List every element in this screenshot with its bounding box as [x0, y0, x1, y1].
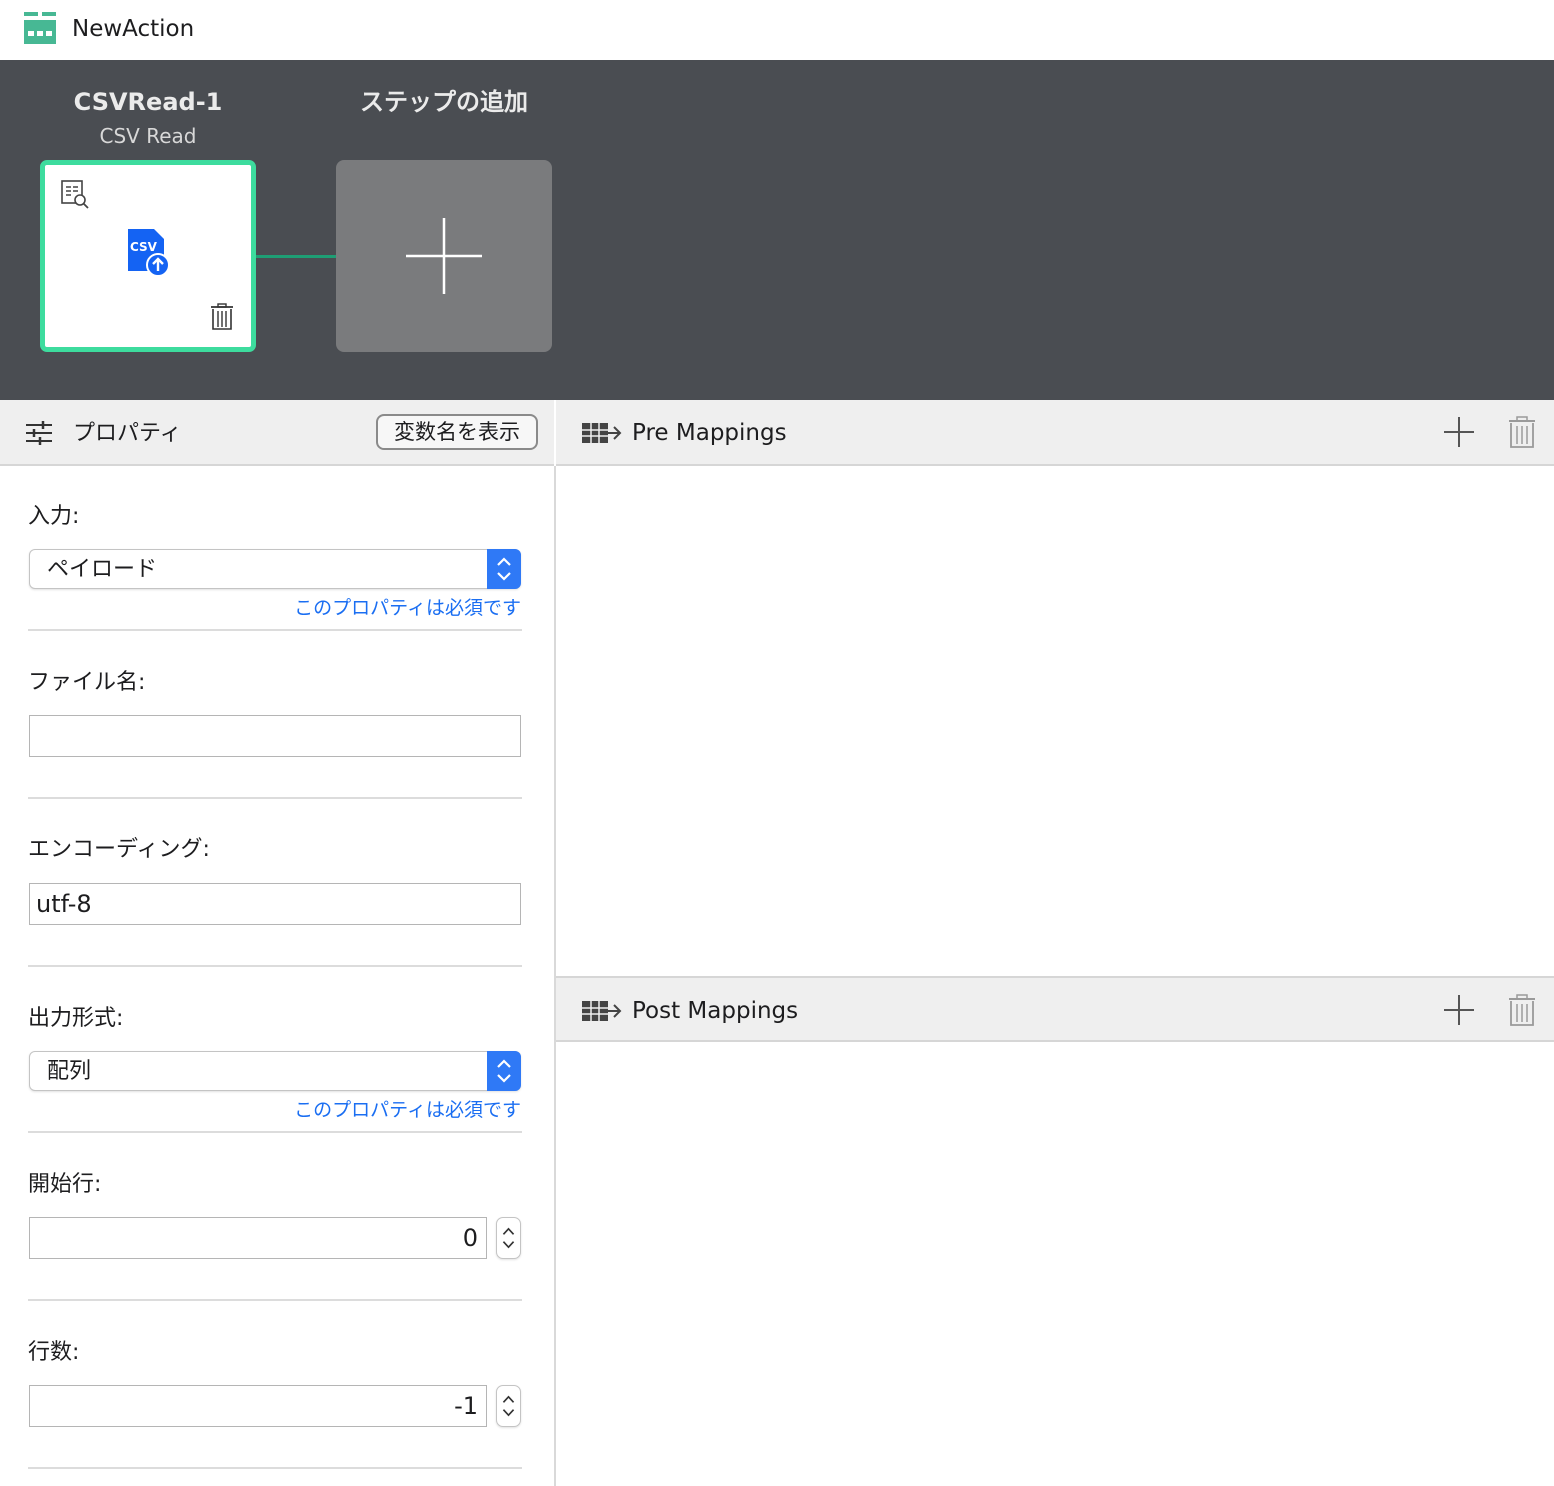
action-table-icon [24, 12, 56, 44]
step-card-csvread[interactable]: CSV [40, 160, 256, 352]
filename-label: ファイル名: [28, 670, 146, 695]
flow-canvas: CSVRead-1 CSV Read ステップの追加 CSV [0, 60, 1554, 400]
divider [28, 965, 522, 967]
input-select[interactable]: ペイロード [29, 549, 521, 589]
step-connector [256, 255, 336, 258]
add-step-label: ステップの追加 [360, 88, 528, 116]
select-arrows-icon [487, 549, 521, 589]
trash-icon[interactable] [210, 303, 234, 331]
mapping-icon [582, 423, 622, 443]
divider [28, 1467, 522, 1469]
pre-mappings-title: Pre Mappings [632, 420, 787, 446]
delete-post-mapping-trash-icon[interactable] [1508, 993, 1536, 1027]
divider [28, 1131, 522, 1133]
add-post-mapping-plus-icon[interactable] [1443, 994, 1475, 1026]
step-name: CSVRead-1 [73, 88, 223, 116]
encoding-label: エンコーディング: [28, 837, 210, 862]
step-type: CSV Read [99, 124, 197, 148]
pre-mappings-header: Pre Mappings [556, 400, 1554, 466]
row-count-input[interactable]: -1 [29, 1385, 487, 1427]
input-required-note: このプロパティは必須です [294, 597, 521, 619]
csv-icon-label: CSV [130, 240, 158, 254]
input-label: 入力: [28, 504, 80, 529]
divider [28, 629, 522, 631]
start-row-stepper[interactable] [496, 1217, 521, 1259]
input-select-value: ペイロード [47, 557, 158, 582]
post-mappings-header: Post Mappings [556, 976, 1554, 1042]
encoding-input[interactable]: utf-8 [29, 883, 521, 925]
start-row-label: 開始行: [28, 1172, 102, 1197]
add-step-button[interactable] [336, 160, 552, 352]
post-mappings-title: Post Mappings [632, 998, 799, 1024]
output-format-select[interactable]: 配列 [29, 1051, 521, 1091]
preview-icon[interactable] [60, 179, 90, 209]
properties-title: プロパティ [73, 421, 182, 446]
divider [28, 797, 522, 799]
output-format-label: 出力形式: [28, 1006, 124, 1031]
filename-input[interactable] [29, 715, 521, 757]
row-count-stepper[interactable] [496, 1385, 521, 1427]
row-count-label: 行数: [28, 1340, 80, 1365]
add-pre-mapping-plus-icon[interactable] [1443, 416, 1475, 448]
plus-icon [406, 218, 482, 294]
show-variable-names-button[interactable]: 変数名を表示 [376, 414, 538, 450]
start-row-input[interactable]: 0 [29, 1217, 487, 1259]
window-title: NewAction [72, 16, 195, 42]
output-format-select-value: 配列 [47, 1059, 92, 1084]
properties-header: プロパティ 変数名を表示 [0, 400, 554, 466]
title-bar: NewAction [0, 0, 1554, 60]
csv-upload-icon: CSV [128, 229, 170, 277]
divider [28, 1299, 522, 1301]
mapping-icon [582, 1001, 622, 1021]
sliders-icon [26, 421, 52, 445]
select-arrows-icon [487, 1051, 521, 1091]
output-format-required-note: このプロパティは必須です [294, 1099, 521, 1121]
delete-pre-mapping-trash-icon[interactable] [1508, 415, 1536, 449]
